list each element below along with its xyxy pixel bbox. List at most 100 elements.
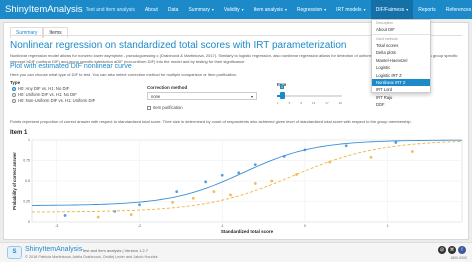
y-tick-label: 1 — [28, 138, 30, 142]
dropdown-divider — [372, 34, 430, 35]
item-slider-value: 1 — [280, 85, 284, 89]
item-slider-handle[interactable] — [280, 92, 285, 99]
series-1-point — [175, 190, 179, 194]
series-2-point — [171, 200, 174, 204]
slider-tick-label: 1 — [277, 101, 279, 105]
series-2-point — [96, 215, 100, 219]
checkbox-icon — [147, 105, 151, 110]
chevron-down-icon: ▾ — [211, 7, 214, 12]
item-slider-track[interactable] — [277, 95, 342, 97]
page-title: Nonlinear regression on standardized tot… — [10, 40, 347, 51]
type-option-uniform[interactable]: H0: Uniform DIF vs. H1: No DIF — [12, 92, 77, 97]
x-tick-label: -3 — [55, 224, 58, 228]
chevron-down-icon: ▾ — [363, 7, 366, 12]
radio-unchecked-icon — [12, 98, 16, 103]
dif-plot: 0 0.25 0.5 0.75 1 -3 -2 -1 0 1 Standardized total … — [12, 138, 463, 234]
footer-icons: @ ⌘ f — [438, 246, 466, 254]
nav-item-data[interactable]: Data — [163, 0, 184, 19]
series-2-point — [270, 179, 274, 183]
correction-method-select[interactable]: none ▾ — [147, 92, 257, 100]
footer-subtitle: Test and item analysis | Version 1.2.7 — [82, 248, 148, 253]
x-tick-label: -1 — [221, 224, 224, 228]
x-tick-label: -2 — [138, 224, 141, 228]
series-2-point — [253, 182, 257, 185]
menu-item-delta-plots[interactable]: Delta plots — [372, 49, 430, 56]
chevron-down-icon: ▾ — [406, 7, 409, 12]
menu-item-nonlinear-irt-z[interactable]: Nonlinear IRT Z — [372, 78, 430, 87]
dif-dropdown-menu: Description About DIF Used methods Total… — [371, 19, 431, 107]
series-2-point — [369, 155, 373, 159]
x-axis-label: Standardized total score — [221, 229, 274, 234]
type-label: Type — [10, 80, 21, 85]
github-icon[interactable]: ⌘ — [448, 246, 456, 254]
footer: S ShinyItemAnalysis Test and item analys… — [0, 242, 472, 262]
series-1-point — [138, 203, 141, 207]
nav-item-validity[interactable]: Validity ▾ — [219, 0, 249, 19]
menu-item-logistic-irt-z[interactable]: Logistic IRT Z — [372, 71, 430, 78]
tab-summary[interactable]: Summary — [10, 27, 44, 38]
slider-tick-label: 17 — [325, 101, 329, 105]
correction-label: Correction method — [147, 85, 188, 90]
slider-tick-label: 20 — [338, 101, 342, 105]
series-1-point — [63, 214, 67, 217]
plot-section-title: Plot with estimated DIF nonlinear curve — [10, 63, 132, 70]
chevron-down-icon: ▾ — [241, 7, 244, 12]
series-1-point — [303, 148, 307, 152]
chevron-down-icon: ▾ — [284, 7, 287, 12]
series-2-point — [212, 190, 216, 194]
series-1-point — [282, 155, 286, 158]
nav-item-about[interactable]: About — [140, 0, 163, 19]
radio-unchecked-icon — [12, 92, 16, 97]
facebook-icon[interactable]: f — [458, 246, 466, 254]
item-purification-checkbox[interactable]: Item purification — [147, 105, 183, 110]
app-brand[interactable]: ShinyItemAnalysis — [5, 4, 83, 15]
x-tick-label: 0 — [304, 224, 306, 228]
menu-item-logistic[interactable]: Logistic — [372, 64, 430, 71]
chevron-down-icon: ▾ — [324, 7, 327, 12]
tab-items[interactable]: Items — [43, 27, 68, 38]
series-2-point — [295, 173, 299, 176]
nav-item-regression[interactable]: Regression ▾ — [292, 0, 331, 19]
menu-item-mantel-haenszel[interactable]: Mantel-Haenszel — [372, 57, 430, 64]
series-2-point — [410, 150, 414, 153]
series-2-point — [229, 193, 232, 197]
type-option-any[interactable]: H0: Any DIF vs. H1: No DIF — [12, 86, 69, 91]
app-brand-subtitle: Test and item analysis — [85, 6, 135, 13]
dropdown-method-list: Total scores Delta plots Mantel-Haenszel Lo… — [372, 42, 430, 108]
menu-item-total-scores[interactable]: Total scores — [372, 42, 430, 49]
menu-item-irt-raju[interactable]: IRT Raju — [372, 94, 430, 101]
y-axis-label: Probability of correct answer — [12, 152, 17, 210]
menu-item-ddf[interactable]: DDF — [372, 101, 430, 108]
subtabs: Summary Items — [10, 27, 68, 38]
menu-item-irt-lord[interactable]: IRT Lord — [372, 86, 430, 93]
slider-tick-label: 9 — [300, 101, 302, 105]
nav-item-references[interactable]: References — [441, 0, 472, 19]
app-logo-icon: S — [7, 246, 22, 259]
email-icon[interactable]: @ — [438, 246, 446, 254]
y-tick-label: 0.5 — [25, 179, 30, 183]
series-1-point — [394, 141, 398, 144]
points-note: Points represent proportion of correct a… — [10, 119, 412, 124]
item-slider-ticks: 1 5 9 13 17 20 — [277, 101, 342, 105]
nav-item-summary[interactable]: Summary ▾ — [183, 0, 218, 19]
series-2-point — [129, 213, 133, 217]
series-1-point — [253, 163, 257, 166]
nav-item-item-analysis[interactable]: Item analysis ▾ — [249, 0, 292, 19]
nav-menu: About Data Summary ▾ Validity ▾ Item analysis ▾… — [140, 0, 472, 19]
y-tick-label: 0 — [28, 220, 30, 224]
series-2-point — [328, 160, 332, 164]
y-tick-label: 0.25 — [23, 200, 30, 204]
series-1-point — [204, 180, 208, 184]
menu-item-about-dif[interactable]: About DIF — [372, 26, 430, 33]
chevron-down-icon: ▾ — [250, 94, 253, 99]
series-1-point — [220, 173, 224, 177]
slider-tick-label: 5 — [288, 101, 291, 105]
top-navbar: ShinyItemAnalysis Test and item analysis… — [0, 0, 472, 19]
x-tick-label: 1 — [387, 224, 389, 228]
slider-tick-label: 13 — [311, 101, 316, 105]
nav-item-reports[interactable]: Reports — [413, 0, 441, 19]
nav-item-irt-models[interactable]: IRT models ▾ — [331, 0, 370, 19]
y-tick-label: 0.75 — [23, 159, 30, 163]
nav-item-dif-fairness[interactable]: DIF/Fairness ▾ — [370, 0, 414, 19]
type-option-nonuniform[interactable]: H0: Non-Uniform DIF vs. H1: Uniform DIF — [12, 98, 95, 103]
